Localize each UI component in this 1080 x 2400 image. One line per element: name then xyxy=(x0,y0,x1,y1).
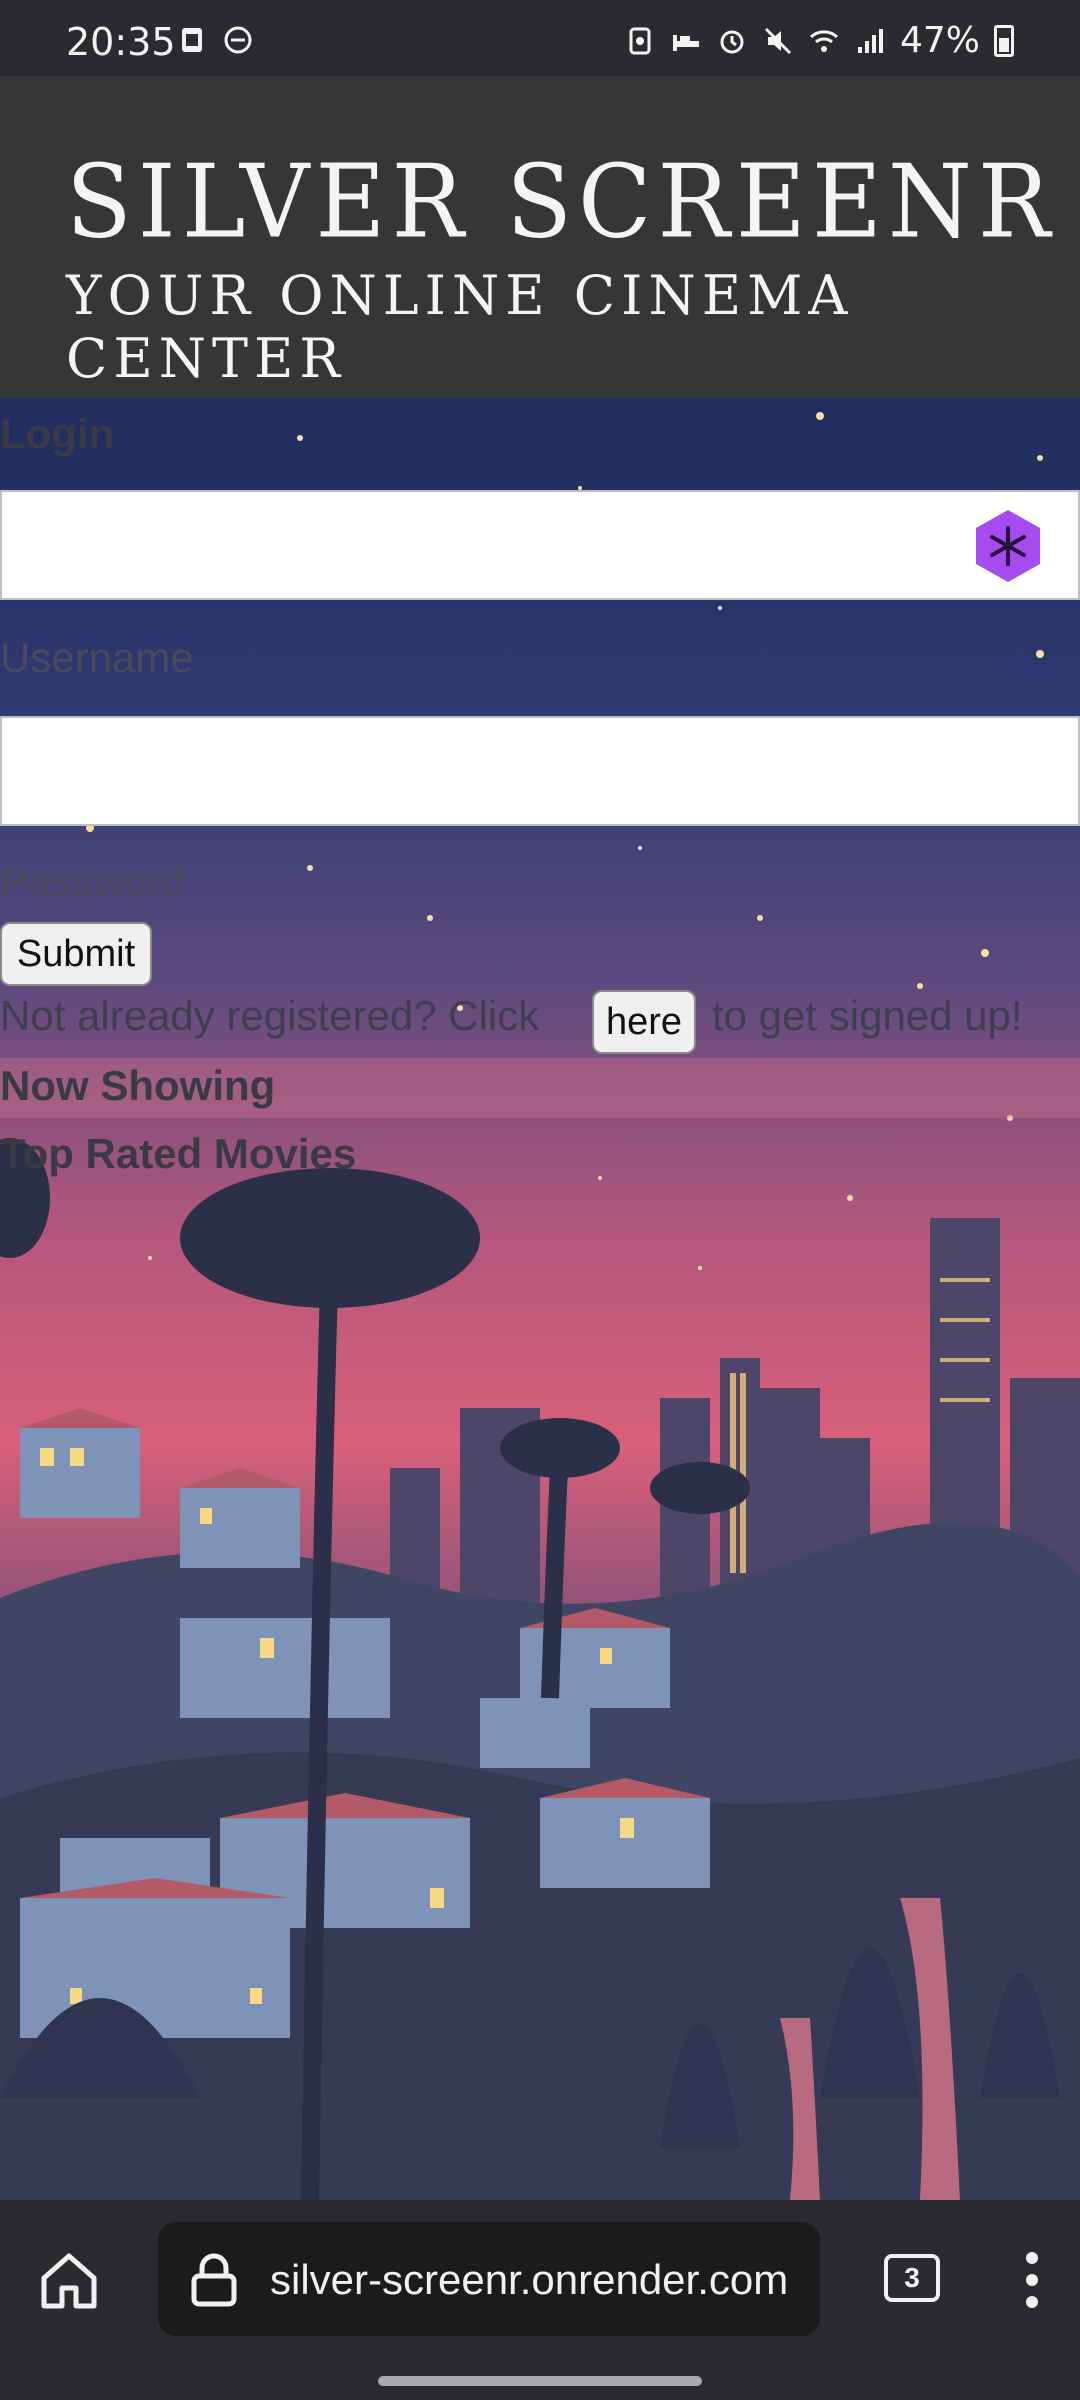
lock-icon xyxy=(191,2253,237,2307)
login-input[interactable] xyxy=(0,490,1080,600)
status-right-icons: 47% xyxy=(624,20,1014,61)
login-heading: Login xyxy=(0,410,115,457)
signup-here-button[interactable]: here xyxy=(592,990,696,1054)
home-icon[interactable] xyxy=(36,2248,102,2314)
more-menu-icon[interactable] xyxy=(1020,2250,1044,2310)
sleep-icon xyxy=(672,34,699,51)
username-label: Username xyxy=(0,634,194,681)
submit-button[interactable]: Submit xyxy=(0,922,152,986)
now-showing-link[interactable]: Now Showing xyxy=(0,1062,275,1110)
username-input[interactable] xyxy=(0,716,1080,826)
password-label: Password xyxy=(0,858,185,905)
recycle-icon xyxy=(629,27,651,54)
sim-card-icon xyxy=(182,28,202,52)
wifi-icon xyxy=(809,29,839,52)
url-text: silver-screenr.onrender.com xyxy=(270,2256,789,2303)
status-left-icons xyxy=(176,24,254,56)
battery-percent: 47% xyxy=(899,20,980,61)
signup-prompt: Not already registered? Click xyxy=(0,992,539,1040)
status-time: 20:35 xyxy=(66,20,176,64)
site-title: Silver Screenr xyxy=(66,143,1057,261)
signal-icon xyxy=(857,28,883,53)
battery-icon xyxy=(994,24,1014,57)
site-header: Silver Screenr Your Online Cinema Center xyxy=(0,76,1080,398)
browser-toolbar: silver-screenr.onrender.com 3 xyxy=(0,2200,1080,2400)
alarm-icon xyxy=(720,30,744,53)
extension-badge-icon[interactable] xyxy=(970,508,1046,584)
signup-prefix: Not already registered? Click xyxy=(0,992,540,1039)
top-rated-link[interactable]: Top Rated Movies xyxy=(0,1130,356,1178)
status-bar: 20:35 47% xyxy=(0,0,1080,76)
gesture-handle[interactable] xyxy=(378,2376,702,2386)
mute-icon xyxy=(764,27,792,54)
address-bar[interactable]: silver-screenr.onrender.com xyxy=(158,2222,820,2336)
dnd-icon xyxy=(224,26,252,54)
site-tagline: Your Online Cinema Center xyxy=(66,264,854,390)
signup-suffix: to get signed up! xyxy=(712,992,1023,1039)
tab-switcher-button[interactable]: 3 xyxy=(884,2254,940,2302)
